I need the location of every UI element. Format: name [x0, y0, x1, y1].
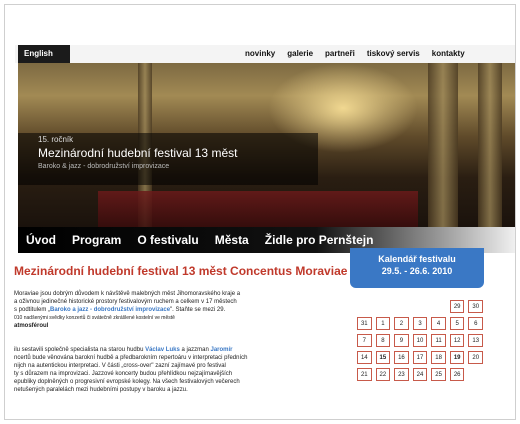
calendar-day[interactable]: 5	[449, 317, 465, 330]
calendar-week: 7 8 9 10 11 12 13	[357, 334, 484, 347]
mainnav-mesta[interactable]: Města	[215, 233, 249, 247]
calendar-day[interactable]: 6	[468, 317, 484, 330]
calendar-day[interactable]: 29	[449, 300, 465, 313]
festival-calendar: 29 30 31 1 2 3 4 5 6 7 8 9 10 11 12 13 14 15 16 17 18 19 20 21 2…	[357, 300, 484, 385]
calendar-day[interactable]: 9	[394, 334, 409, 347]
calendar-day[interactable]: 2	[394, 317, 409, 330]
hero-subtitle: Baroko & jazz - dobrodružství improvizac…	[38, 163, 170, 170]
program-text: a jazzman	[181, 347, 209, 353]
calendar-header: Kalendář festivalu 29.5. - 26.6. 2010	[350, 248, 484, 288]
topnav-partneri[interactable]: partneři	[325, 49, 355, 58]
calendar-day[interactable]: 3	[412, 317, 428, 330]
calendar-day[interactable]: 20	[468, 351, 484, 364]
calendar-empty-cell	[357, 300, 372, 313]
calendar-day[interactable]: 22	[375, 368, 391, 381]
calendar-day[interactable]: 15	[375, 351, 391, 364]
intro-text: s podtitulem „	[14, 307, 51, 313]
top-navigation: novinky galerie partneři tiskový servis …	[245, 49, 465, 58]
calendar-day[interactable]: 4	[431, 317, 446, 330]
mainnav-zidle-pro-pernstejn[interactable]: Židle pro Pernštejn	[265, 233, 374, 247]
intro-line: 010 nadšenými svědky konzertů či svátečn…	[14, 315, 175, 321]
calendar-day[interactable]: 11	[431, 334, 446, 347]
calendar-day[interactable]: 21	[357, 368, 372, 381]
calendar-day[interactable]: 26	[449, 368, 465, 381]
calendar-day[interactable]: 14	[357, 351, 372, 364]
calendar-title: Kalendář festivalu	[378, 254, 456, 264]
calendar-day[interactable]: 17	[412, 351, 428, 364]
program-paragraph: ilu sestavili společně specialista na st…	[14, 346, 344, 394]
topnav-tiskovy-servis[interactable]: tiskový servis	[367, 49, 420, 58]
calendar-day[interactable]: 31	[357, 317, 372, 330]
calendar-day[interactable]: 10	[412, 334, 428, 347]
calendar-empty-cell	[413, 300, 428, 313]
intro-paragraph: Moraviae jsou dobrým důvodem k návštěvě …	[14, 290, 344, 330]
calendar-week: 21 22 23 24 25 26	[357, 368, 483, 381]
mainnav-uvod[interactable]: Úvod	[26, 233, 56, 247]
hero-edition: 15. ročník	[38, 135, 74, 144]
calendar-day[interactable]: 18	[431, 351, 446, 364]
program-line: netušených paralelách mezi hudebními pos…	[14, 387, 188, 393]
page-title: Mezinárodní hudební festival 13 měst Con…	[14, 264, 348, 278]
program-line: ilu sestavili společně specialista na st…	[14, 346, 344, 354]
calendar-day[interactable]: 8	[375, 334, 391, 347]
calendar-day[interactable]: 12	[449, 334, 465, 347]
calendar-empty-cell	[468, 368, 483, 381]
calendar-day[interactable]: 19	[449, 351, 465, 364]
intro-line: a oživnou jedinečné historické prostory …	[14, 299, 237, 305]
topnav-galerie[interactable]: galerie	[287, 49, 313, 58]
hero-stage	[98, 191, 418, 227]
calendar-week: 29 30	[357, 300, 484, 313]
calendar-day[interactable]: 1	[375, 317, 391, 330]
mainnav-o-festivalu[interactable]: O festivalu	[137, 233, 198, 247]
calendar-day[interactable]: 23	[394, 368, 409, 381]
calendar-empty-cell	[376, 300, 391, 313]
calendar-week: 14 15 16 17 18 19 20	[357, 351, 484, 364]
program-line: ncertů bude věnována barokní hudbě a pře…	[14, 355, 248, 361]
hero-pillar	[478, 63, 502, 227]
calendar-empty-cell	[394, 300, 409, 313]
intro-line: atmosféroul	[14, 323, 49, 329]
hero-pillar	[428, 63, 458, 227]
jaromir-link[interactable]: Jaromír	[210, 347, 232, 353]
mainnav-program[interactable]: Program	[72, 233, 121, 247]
calendar-day[interactable]: 25	[431, 368, 446, 381]
vaclav-luks-link[interactable]: Václav Luks	[145, 347, 180, 353]
hero-title: Mezinárodní hudební festival 13 měst	[38, 146, 238, 160]
topnav-novinky[interactable]: novinky	[245, 49, 275, 58]
calendar-empty-cell	[431, 300, 446, 313]
intro-line: Moraviae jsou dobrým důvodem k návštěvě …	[14, 291, 241, 297]
subtitle-link[interactable]: Baroko a jazz - dobrodružství improvizac…	[50, 307, 170, 313]
program-line: epubliky doplněných o progresivní evrops…	[14, 379, 240, 385]
intro-line: s podtitulem „Baroko a jazz - dobrodružs…	[14, 306, 344, 314]
program-line: nijch na autentickou interpretaci. V čás…	[14, 363, 226, 369]
intro-text: ". Staňte se mezi 29.	[170, 307, 226, 313]
calendar-dates: 29.5. - 26.6. 2010	[381, 266, 453, 276]
program-text: ilu sestavili společně specialista na st…	[14, 347, 144, 353]
calendar-day[interactable]: 16	[394, 351, 409, 364]
program-line: ty s důrazem na improvizaci. Jazzové kon…	[14, 371, 233, 377]
calendar-day[interactable]: 7	[357, 334, 372, 347]
calendar-week: 31 1 2 3 4 5 6	[357, 317, 484, 330]
topnav-kontakty[interactable]: kontakty	[432, 49, 465, 58]
hero-banner: 15. ročník Mezinárodní hudební festival …	[18, 63, 515, 227]
calendar-day[interactable]: 30	[468, 300, 484, 313]
language-switch-english[interactable]: English	[18, 45, 70, 63]
calendar-day[interactable]: 24	[412, 368, 428, 381]
calendar-day[interactable]: 13	[468, 334, 484, 347]
